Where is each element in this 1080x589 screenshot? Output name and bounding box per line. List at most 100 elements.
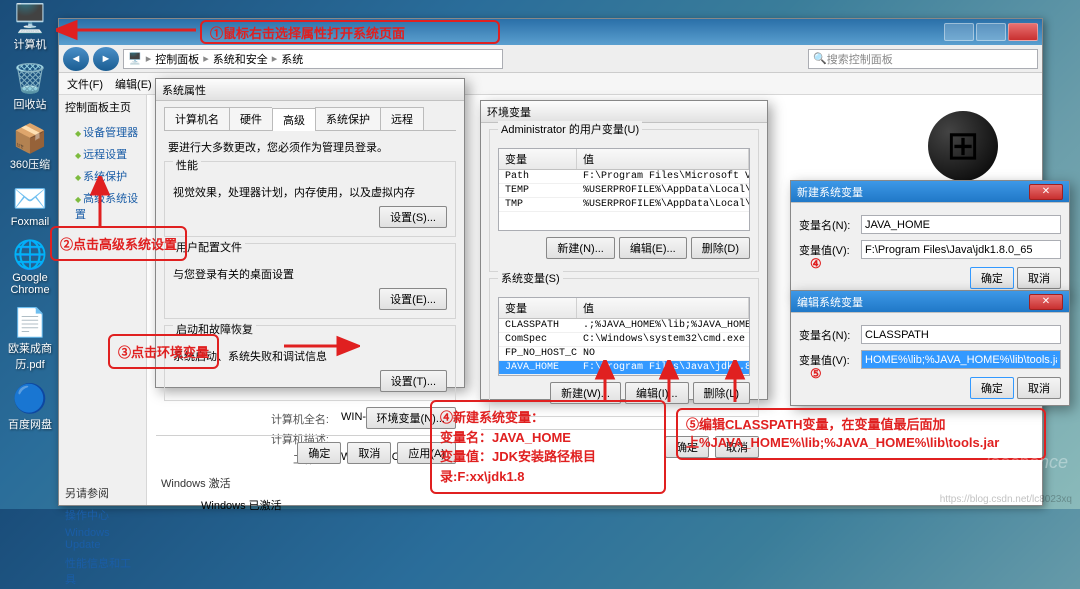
table-row[interactable]: TEMP%USERPROFILE%\AppData\Local\Temp <box>499 184 749 198</box>
user-vars-table[interactable]: 变量值 PathF:\Program Files\Microsoft VS C.… <box>498 148 750 231</box>
profile-group: 用户配置文件 与您登录有关的桌面设置 设置(E)... <box>164 243 456 319</box>
profile-group-title: 用户配置文件 <box>173 239 245 255</box>
ok-button[interactable]: 确定 <box>970 377 1014 399</box>
tab-remote[interactable]: 远程 <box>380 107 424 130</box>
sidebar-title: 控制面板主页 <box>65 99 140 115</box>
col-header-value[interactable]: 值 <box>577 298 749 318</box>
desktop-icon-foxmail[interactable]: ✉️ Foxmail <box>2 182 58 228</box>
minimize-button[interactable] <box>944 23 974 41</box>
watermark-url: https://blog.csdn.net/lc8023xq <box>940 494 1072 505</box>
user-delete-button[interactable]: 删除(D) <box>691 237 750 259</box>
profile-desc: 与您登录有关的桌面设置 <box>173 266 447 282</box>
nav-bar: ◄ ► 🖥️ ▸控制面板 ▸系统和安全 ▸系统 🔍 搜索控制面板 <box>59 45 1042 73</box>
maximize-button[interactable] <box>976 23 1006 41</box>
col-header-value[interactable]: 值 <box>577 149 749 169</box>
breadcrumb[interactable]: 控制面板 <box>155 51 199 67</box>
env-variables-dialog: 环境变量 Administrator 的用户变量(U) 变量值 PathF:\P… <box>480 100 768 400</box>
desktop-icon-recyclebin[interactable]: 🗑️回收站 <box>2 62 58 112</box>
col-header-name[interactable]: 变量 <box>499 149 577 169</box>
label-var-value: 变量值(V): <box>799 242 861 258</box>
sidebar-item-device-manager[interactable]: 设备管理器 <box>65 121 140 143</box>
sidebar-item-remote[interactable]: 远程设置 <box>65 143 140 165</box>
table-row[interactable]: JAVA_HOMEF:\Program Files\Java\jdk1.8.0_… <box>499 361 749 375</box>
var-name-input[interactable] <box>861 215 1061 234</box>
dialog-title[interactable]: 环境变量 <box>481 101 767 123</box>
table-row[interactable]: ComSpecC:\Windows\system32\cmd.exe <box>499 333 749 347</box>
window-titlebar[interactable] <box>59 19 1042 45</box>
watermark: leechence <box>986 452 1068 473</box>
user-vars-title: Administrator 的用户变量(U) <box>498 121 642 137</box>
windows-logo: ⊞ <box>928 111 998 181</box>
dialog-title[interactable]: 系统属性 <box>156 79 464 101</box>
cancel-button[interactable]: 取消 <box>1017 377 1061 399</box>
user-edit-button[interactable]: 编辑(E)... <box>619 237 687 259</box>
desktop-label: 百度网盘 <box>2 416 58 432</box>
col-header-name[interactable]: 变量 <box>499 298 577 318</box>
activation-header: Windows 激活 <box>161 475 1028 491</box>
chrome-icon: 🌐 <box>10 238 50 270</box>
user-new-button[interactable]: 新建(N)... <box>546 237 614 259</box>
dialog-title[interactable]: 新建系统变量 ✕ <box>791 181 1069 203</box>
table-row[interactable]: CLASSPATH.;%JAVA_HOME%\lib;%JAVA_HOME%\l… <box>499 319 749 333</box>
table-row[interactable]: TMP%USERPROFILE%\AppData\Local\Temp <box>499 198 749 212</box>
pdf-icon: 📄 <box>10 306 50 338</box>
table-row[interactable]: FP_NO_HOST_C...NO <box>499 347 749 361</box>
sys-vars-title: 系统变量(S) <box>498 270 563 286</box>
desktop-label: Google Chrome <box>2 272 58 296</box>
desktop-label: 计算机 <box>2 36 58 52</box>
menu-file[interactable]: 文件(F) <box>67 76 103 92</box>
dialog-title-text: 系统属性 <box>162 82 206 98</box>
desktop-label: Foxmail <box>2 216 58 228</box>
breadcrumb[interactable]: 系统 <box>281 51 303 67</box>
cancel-button[interactable]: 取消 <box>1017 267 1061 289</box>
desktop-label: 360压缩 <box>2 156 58 172</box>
close-icon[interactable]: ✕ <box>1029 294 1063 310</box>
tab-protection[interactable]: 系统保护 <box>315 107 380 130</box>
see-also-title: 另请参阅 <box>65 485 140 501</box>
menu-edit[interactable]: 编辑(E) <box>115 76 152 92</box>
startup-settings-button[interactable]: 设置(T)... <box>380 370 447 392</box>
breadcrumb[interactable]: 系统和安全 <box>213 51 268 67</box>
see-also-performance[interactable]: 性能信息和工具 <box>65 553 140 589</box>
cloud-icon: 🔵 <box>10 382 50 414</box>
close-icon[interactable]: ✕ <box>1029 184 1063 200</box>
tab-hardware[interactable]: 硬件 <box>229 107 272 130</box>
edit-variable-dialog: 编辑系统变量✕ 变量名(N): 变量值(V): 确定 取消 <box>790 290 1070 406</box>
see-also-action-center[interactable]: 操作中心 <box>65 505 140 525</box>
desktop-icon-computer[interactable]: 🖥️计算机 <box>2 2 58 52</box>
env-variables-button[interactable]: 环境变量(N)... <box>366 407 456 429</box>
var-value-input[interactable] <box>861 350 1061 369</box>
desktop-icon-chrome[interactable]: 🌐Google Chrome <box>2 238 58 296</box>
close-button[interactable] <box>1008 23 1038 41</box>
var-value-input[interactable] <box>861 240 1061 259</box>
back-button[interactable]: ◄ <box>63 47 89 71</box>
dialog-title[interactable]: 编辑系统变量✕ <box>791 291 1069 313</box>
performance-settings-button[interactable]: 设置(S)... <box>379 206 447 228</box>
label-var-name: 变量名(N): <box>799 217 861 233</box>
cancel-button[interactable]: 取消 <box>715 436 759 458</box>
desktop-icon-360zip[interactable]: 📦360压缩 <box>2 122 58 172</box>
tab-computer-name[interactable]: 计算机名 <box>164 107 229 130</box>
see-also-windows-update[interactable]: Windows Update <box>65 525 140 553</box>
ok-button[interactable]: 确定 <box>665 436 709 458</box>
recycle-icon: 🗑️ <box>10 62 50 94</box>
table-row[interactable]: PathF:\Program Files\Microsoft VS C... <box>499 170 749 184</box>
desktop-icon-baidu[interactable]: 🔵 百度网盘 <box>2 382 58 432</box>
mail-icon: ✉️ <box>10 182 50 214</box>
var-name-input[interactable] <box>861 325 1061 344</box>
address-bar[interactable]: 🖥️ ▸控制面板 ▸系统和安全 ▸系统 <box>123 49 503 69</box>
profile-settings-button[interactable]: 设置(E)... <box>379 288 447 310</box>
ok-button[interactable]: 确定 <box>297 442 341 464</box>
search-placeholder: 搜索控制面板 <box>827 51 893 67</box>
dialog-title-text: 新建系统变量 <box>797 184 863 200</box>
tab-advanced[interactable]: 高级 <box>272 108 315 131</box>
apply-button[interactable]: 应用(A) <box>397 442 456 464</box>
ok-button[interactable]: 确定 <box>970 267 1014 289</box>
forward-button[interactable]: ► <box>93 47 119 71</box>
search-input[interactable]: 🔍 搜索控制面板 <box>808 49 1038 69</box>
startup-group-title: 启动和故障恢复 <box>173 321 256 337</box>
sys-vars-table[interactable]: 变量值 CLASSPATH.;%JAVA_HOME%\lib;%JAVA_HOM… <box>498 297 750 376</box>
cancel-button[interactable]: 取消 <box>347 442 391 464</box>
performance-group: 性能 视觉效果，处理器计划，内存使用，以及虚拟内存 设置(S)... <box>164 161 456 237</box>
desktop-icon-pdf[interactable]: 📄欧莱成商历.pdf <box>2 306 58 372</box>
